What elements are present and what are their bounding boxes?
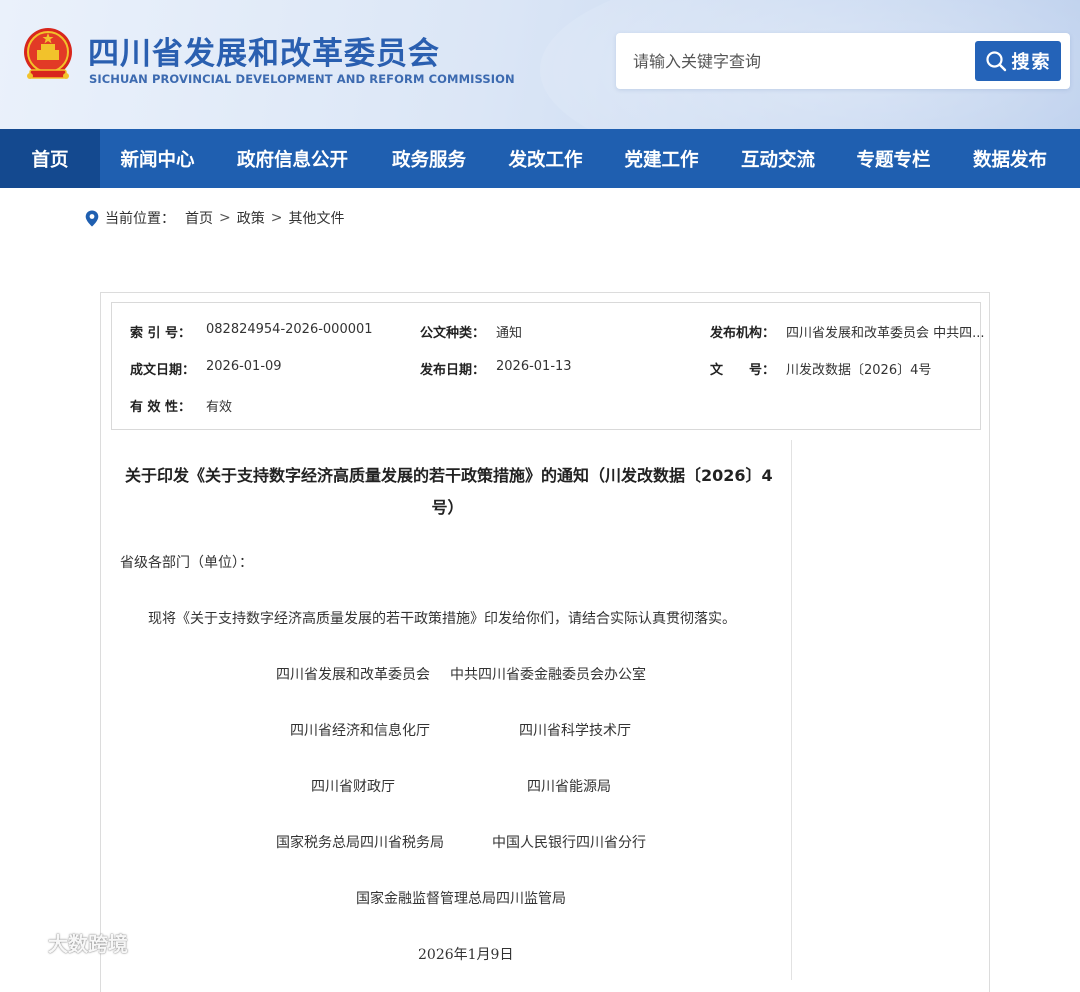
search-input[interactable] (616, 33, 966, 89)
site-subtitle: SICHUAN PROVINCIAL DEVELOPMENT AND REFOR… (89, 72, 515, 86)
location-pin-icon (85, 210, 99, 226)
search-button[interactable]: 搜索 (975, 41, 1061, 81)
watermark-text: 大数跨境 (48, 932, 128, 956)
nav-item-topics[interactable]: 专题专栏 (836, 129, 951, 188)
document-meta-table: 索 引 号： 082824954-2026-000001 公文种类： 通知 发布… (111, 302, 985, 430)
signatory: 国家金融监督管理总局四川监管局 (356, 891, 566, 907)
watermark: 大数跨境 (8, 928, 128, 957)
nav-item-news[interactable]: 新闻中心 (100, 129, 215, 188)
search-box: 搜索 (616, 33, 1070, 89)
meta-value-index-no: 082824954-2026-000001 (206, 322, 373, 337)
signatory: 四川省发展和改革委员会 (276, 667, 430, 683)
breadcrumb: 当前位置： 首页 > 政策 > 其他文件 (85, 208, 344, 228)
meta-value-doc-no: 川发改数据〔2026〕4号 (786, 363, 932, 378)
meta-value-validity: 有效 (206, 400, 233, 415)
search-button-label: 搜索 (1011, 52, 1052, 73)
breadcrumb-separator: > (219, 210, 231, 226)
nav-item-drc-work[interactable]: 发改工作 (488, 129, 603, 188)
signatory: 四川省财政厅 (311, 779, 395, 795)
signatory: 四川省科学技术厅 (519, 723, 631, 739)
breadcrumb-prefix: 当前位置： (105, 211, 175, 227)
signatory: 四川省能源局 (527, 779, 611, 795)
main-nav: 首页 新闻中心 政府信息公开 政务服务 发改工作 党建工作 互动交流 专题专栏 … (0, 129, 1080, 188)
nav-item-data[interactable]: 数据发布 (951, 129, 1069, 188)
nav-item-gov-info[interactable]: 政府信息公开 (215, 129, 370, 188)
meta-value-publisher: 四川省发展和改革委员会 中共四... (786, 326, 985, 341)
meta-value-published: 2026-01-13 (496, 359, 572, 374)
signatory: 中共四川省委金融委员会办公室 (450, 667, 646, 683)
signatory: 四川省经济和信息化厅 (290, 723, 430, 739)
meta-value-created: 2026-01-09 (206, 359, 282, 374)
nav-item-home[interactable]: 首页 (0, 129, 100, 188)
document-title-line: 关于印发《关于支持数字经济高质量发展的若干政策措施》的通知（川发改数据〔2026… (125, 466, 773, 485)
document-salutation: 省级各部门（单位）： (120, 555, 253, 571)
content-sidebar-divider (791, 440, 792, 980)
nav-item-interaction[interactable]: 互动交流 (720, 129, 836, 188)
meta-label-published: 发布日期： (420, 363, 486, 378)
site-title: 四川省发展和改革委员会 (88, 36, 440, 72)
breadcrumb-policy[interactable]: 政策 (237, 208, 265, 228)
national-emblem-icon[interactable] (22, 26, 74, 84)
search-icon (985, 51, 1006, 72)
meta-label-index-no: 索 引 号： (130, 326, 192, 341)
meta-label-created: 成文日期： (130, 363, 196, 378)
nav-item-party[interactable]: 党建工作 (603, 129, 720, 188)
document-date: 2026年1月9日 (418, 947, 514, 963)
meta-label-publisher: 发布机构： (710, 326, 776, 341)
watermark-logo-icon (9, 933, 47, 952)
document-title: 关于印发《关于支持数字经济高质量发展的若干政策措施》的通知（川发改数据〔2026… (125, 460, 773, 524)
meta-label-doc-type: 公文种类： (420, 326, 486, 341)
site-header: 四川省发展和改革委员会 SICHUAN PROVINCIAL DEVELOPME… (0, 0, 1080, 129)
signatory: 国家税务总局四川省税务局 (276, 835, 444, 851)
signatory: 中国人民银行四川省分行 (492, 835, 646, 851)
breadcrumb-separator: > (270, 210, 283, 226)
meta-value-doc-type: 通知 (496, 326, 523, 341)
nav-item-services[interactable]: 政务服务 (370, 129, 488, 188)
breadcrumb-home[interactable]: 首页 (185, 208, 213, 228)
document-title-line: 号） (431, 498, 464, 517)
meta-label-doc-no: 文 号： (710, 363, 776, 378)
breadcrumb-other-docs[interactable]: 其他文件 (288, 208, 344, 228)
meta-label-validity: 有 效 性： (130, 400, 192, 415)
document-body-paragraph: 现将《关于支持数字经济高质量发展的若干政策措施》印发给你们，请结合实际认真贯彻落… (148, 611, 736, 627)
